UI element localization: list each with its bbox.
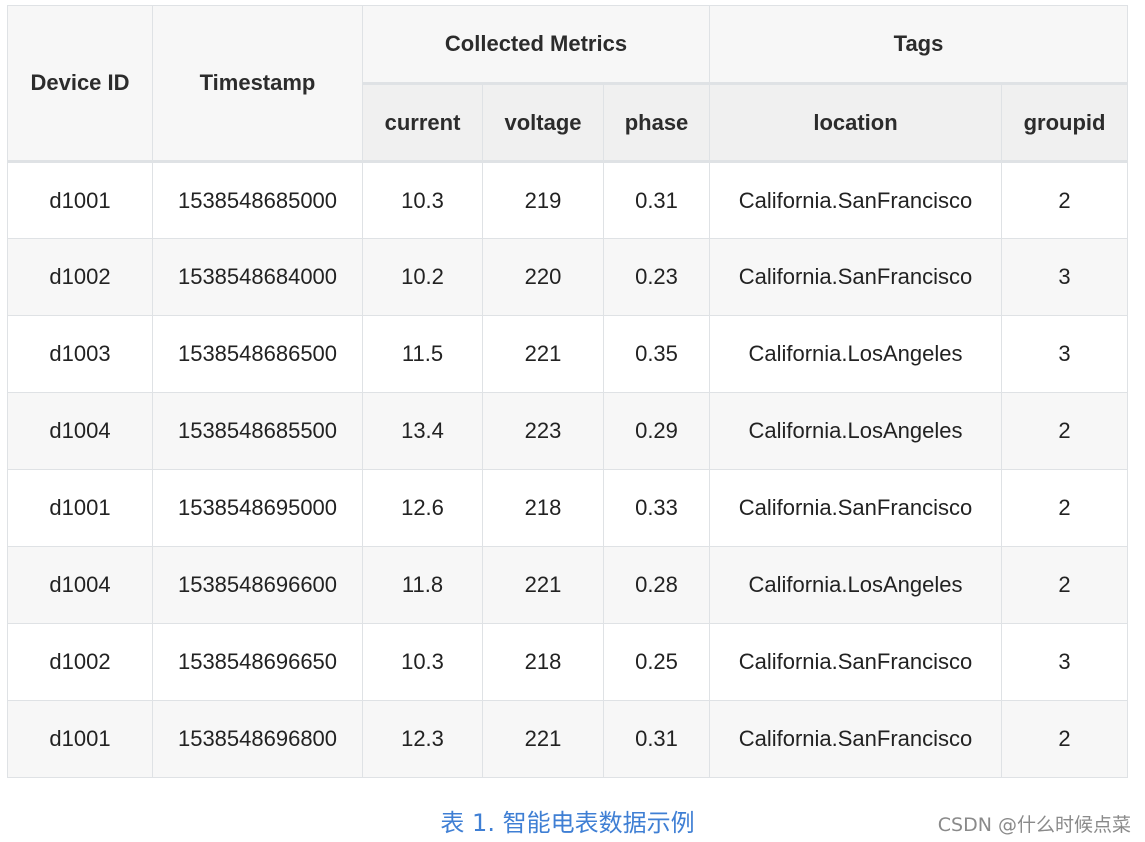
cell-groupid: 2 [1001, 546, 1128, 624]
header-phase: phase [603, 83, 710, 163]
cell-phase: 0.29 [603, 392, 710, 470]
table-row: d1001 1538548696800 12.3 221 0.31 Califo… [7, 700, 1128, 778]
header-timestamp: Timestamp [152, 5, 363, 163]
cell-location: California.LosAngeles [709, 546, 1002, 624]
cell-voltage: 221 [482, 546, 604, 624]
header-location: location [709, 83, 1002, 163]
cell-timestamp: 1538548685500 [152, 392, 363, 470]
cell-timestamp: 1538548686500 [152, 315, 363, 393]
data-table-container: Device ID Timestamp Collected Metrics Ta… [7, 5, 1128, 778]
cell-voltage: 219 [482, 161, 604, 239]
cell-location: California.SanFrancisco [709, 623, 1002, 701]
cell-current: 10.3 [362, 161, 483, 239]
cell-groupid: 2 [1001, 700, 1128, 778]
header-tags: Tags [709, 5, 1128, 85]
cell-phase: 0.23 [603, 238, 710, 316]
cell-location: California.SanFrancisco [709, 161, 1002, 239]
cell-location: California.SanFrancisco [709, 700, 1002, 778]
table-row: d1002 1538548696650 10.3 218 0.25 Califo… [7, 623, 1128, 701]
cell-current: 12.3 [362, 700, 483, 778]
cell-device-id: d1001 [7, 700, 153, 778]
table-row: d1002 1538548684000 10.2 220 0.23 Califo… [7, 238, 1128, 316]
cell-device-id: d1003 [7, 315, 153, 393]
cell-phase: 0.28 [603, 546, 710, 624]
cell-phase: 0.31 [603, 700, 710, 778]
header-groupid: groupid [1001, 83, 1128, 163]
table-row: d1004 1538548696600 11.8 221 0.28 Califo… [7, 546, 1128, 624]
cell-phase: 0.35 [603, 315, 710, 393]
cell-current: 10.2 [362, 238, 483, 316]
cell-current: 10.3 [362, 623, 483, 701]
cell-timestamp: 1538548696600 [152, 546, 363, 624]
cell-device-id: d1001 [7, 161, 153, 239]
cell-voltage: 220 [482, 238, 604, 316]
cell-location: California.LosAngeles [709, 392, 1002, 470]
cell-location: California.LosAngeles [709, 315, 1002, 393]
cell-current: 11.8 [362, 546, 483, 624]
cell-voltage: 221 [482, 315, 604, 393]
cell-timestamp: 1538548695000 [152, 469, 363, 547]
table-row: d1003 1538548686500 11.5 221 0.35 Califo… [7, 315, 1128, 393]
cell-timestamp: 1538548696800 [152, 700, 363, 778]
table-row: d1001 1538548685000 10.3 219 0.31 Califo… [7, 161, 1128, 239]
cell-voltage: 218 [482, 623, 604, 701]
header-collected-metrics: Collected Metrics [362, 5, 710, 85]
cell-voltage: 223 [482, 392, 604, 470]
cell-timestamp: 1538548685000 [152, 161, 363, 239]
cell-timestamp: 1538548684000 [152, 238, 363, 316]
cell-groupid: 2 [1001, 392, 1128, 470]
header-voltage: voltage [482, 83, 604, 163]
table-body: d1001 1538548685000 10.3 219 0.31 Califo… [7, 161, 1128, 778]
cell-voltage: 218 [482, 469, 604, 547]
table-row: d1001 1538548695000 12.6 218 0.33 Califo… [7, 469, 1128, 547]
table-header: Device ID Timestamp Collected Metrics Ta… [7, 5, 1128, 163]
cell-voltage: 221 [482, 700, 604, 778]
cell-groupid: 3 [1001, 238, 1128, 316]
header-device-id: Device ID [7, 5, 153, 163]
cell-phase: 0.25 [603, 623, 710, 701]
cell-phase: 0.33 [603, 469, 710, 547]
cell-location: California.SanFrancisco [709, 469, 1002, 547]
watermark: CSDN @什么时候点菜 [937, 814, 1131, 836]
cell-groupid: 3 [1001, 623, 1128, 701]
cell-phase: 0.31 [603, 161, 710, 239]
cell-location: California.SanFrancisco [709, 238, 1002, 316]
cell-device-id: d1001 [7, 469, 153, 547]
cell-device-id: d1004 [7, 546, 153, 624]
cell-groupid: 3 [1001, 315, 1128, 393]
header-current: current [362, 83, 483, 163]
table-row: d1004 1538548685500 13.4 223 0.29 Califo… [7, 392, 1128, 470]
smart-meter-data-table: Device ID Timestamp Collected Metrics Ta… [7, 5, 1128, 778]
cell-current: 12.6 [362, 469, 483, 547]
cell-current: 11.5 [362, 315, 483, 393]
cell-groupid: 2 [1001, 469, 1128, 547]
cell-device-id: d1002 [7, 623, 153, 701]
cell-timestamp: 1538548696650 [152, 623, 363, 701]
cell-device-id: d1004 [7, 392, 153, 470]
cell-groupid: 2 [1001, 161, 1128, 239]
cell-device-id: d1002 [7, 238, 153, 316]
cell-current: 13.4 [362, 392, 483, 470]
